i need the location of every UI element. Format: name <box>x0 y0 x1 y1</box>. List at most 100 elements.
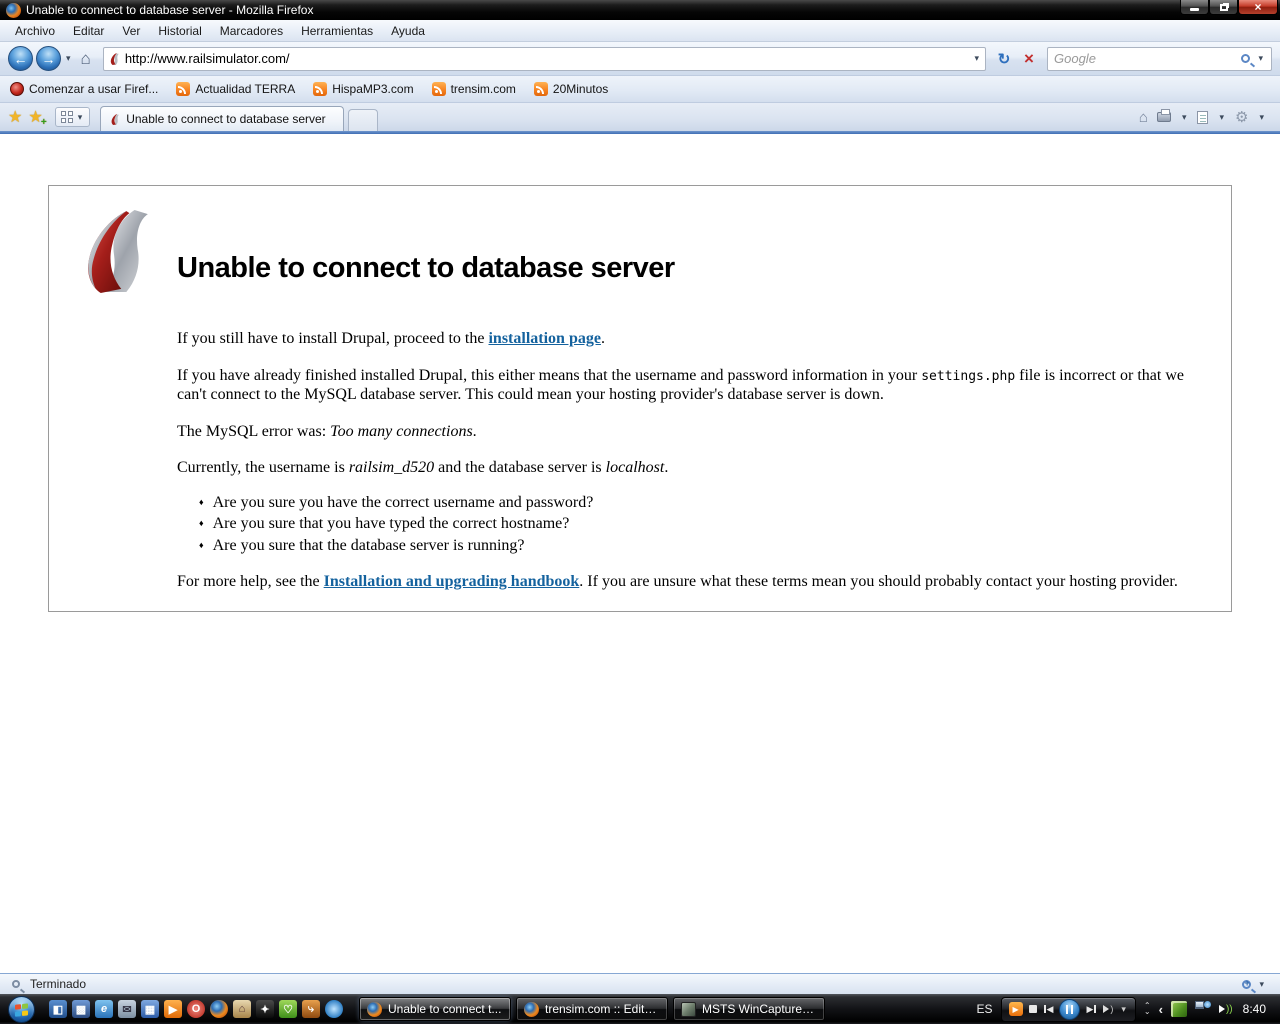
page-options-icon[interactable] <box>1197 111 1208 124</box>
tools-gear-icon[interactable]: ⚙ <box>1235 108 1248 126</box>
opera-icon[interactable]: O <box>187 1000 205 1018</box>
show-desktop-icon[interactable]: ◧ <box>49 1000 67 1018</box>
history-dropdown-icon[interactable]: ▾ <box>64 53 73 64</box>
start-button[interactable] <box>8 996 35 1023</box>
paragraph-more-help: For more help, see the Installation and … <box>177 572 1213 592</box>
internet-explorer-icon[interactable]: e <box>95 1000 113 1018</box>
next-track-button[interactable]: ▶ <box>1086 1004 1097 1015</box>
zoom-dropdown-icon[interactable]: ▾ <box>1257 979 1266 990</box>
volume-dropdown-icon[interactable]: ▾ <box>1119 1004 1128 1015</box>
home-toolbar-icon[interactable]: ⌂ <box>1139 109 1148 126</box>
wmp-icon: ▶ <box>1009 1002 1023 1016</box>
firefox-icon <box>524 1002 539 1017</box>
pause-button[interactable] <box>1059 999 1080 1020</box>
add-bookmark-icon[interactable]: ★+ <box>28 107 42 127</box>
tab-favicon <box>109 113 120 126</box>
windows-media-player-icon[interactable]: ▶ <box>164 1000 182 1018</box>
taskbar-task-firefox-error[interactable]: Unable to connect t... <box>359 997 511 1021</box>
search-engine-dropdown-icon[interactable]: ▾ <box>1256 53 1265 64</box>
grid-icon <box>61 111 73 123</box>
media-library-icon[interactable]: ▦ <box>141 1000 159 1018</box>
tab-active[interactable]: Unable to connect to database server <box>100 106 344 131</box>
search-icon[interactable] <box>1241 54 1250 63</box>
hidden-icons-chevron[interactable]: ‹ <box>1159 1002 1163 1017</box>
paragraph-credentials: Currently, the username is railsim_d520 … <box>177 458 1213 478</box>
rss-feed-icon <box>534 82 548 96</box>
taskbar-task-trensim[interactable]: trensim.com :: Edita... <box>516 997 668 1021</box>
tab-group-dropdown-icon: ▾ <box>76 112 85 123</box>
volume-tray-icon[interactable]: )) <box>1219 1004 1233 1015</box>
task-buttons: Unable to connect t... trensim.com :: Ed… <box>359 997 825 1021</box>
rss-feed-icon <box>313 82 327 96</box>
installation-page-link[interactable]: installation page <box>488 330 600 347</box>
menu-marcadores[interactable]: Marcadores <box>211 21 292 41</box>
messenger-icon[interactable]: ♡ <box>279 1000 297 1018</box>
page-dropdown-icon[interactable]: ▾ <box>1217 112 1226 123</box>
mail-icon[interactable]: ✉ <box>118 1000 136 1018</box>
menu-ayuda[interactable]: Ayuda <box>382 21 434 41</box>
paragraph-install: If you still have to install Drupal, pro… <box>177 329 1213 349</box>
bookmark-trensim[interactable]: trensim.com <box>432 82 516 96</box>
rss-feed-icon <box>176 82 190 96</box>
bookmark-star-icon[interactable]: ★ <box>8 107 22 127</box>
bookmark-getting-started[interactable]: Comenzar a usar Firef... <box>10 82 158 96</box>
firefox-icon <box>367 1002 382 1017</box>
reload-button[interactable]: ↻ <box>993 48 1015 70</box>
tray-app-icon[interactable] <box>1171 1001 1187 1017</box>
menu-herramientas[interactable]: Herramientas <box>292 21 382 41</box>
taskbar-task-wincapture[interactable]: MSTS WinCapture - ... <box>673 997 825 1021</box>
windows-taskbar: ◧ ▩ e ✉ ▦ ▶ O ⌂ ✦ ♡ ⤷ Unable to connect … <box>0 994 1280 1024</box>
dark-app-icon[interactable]: ✦ <box>256 1000 274 1018</box>
language-indicator[interactable]: ES <box>977 1002 993 1016</box>
firefox-icon[interactable] <box>210 1000 228 1018</box>
url-dropdown-icon[interactable]: ▾ <box>972 53 981 64</box>
url-bar[interactable]: http://www.railsimulator.com/ ▾ <box>103 47 986 71</box>
bookmark-actualidad-terra[interactable]: Actualidad TERRA <box>176 82 295 96</box>
tab-bar: ★ ★+ ▾ Unable to connect to database ser… <box>0 103 1280 131</box>
tools-dropdown-icon[interactable]: ▾ <box>1257 112 1266 123</box>
settings-php-code: settings.php <box>921 369 1015 384</box>
quick-launch-bar: ◧ ▩ e ✉ ▦ ▶ O ⌂ ✦ ♡ ⤷ <box>43 1000 349 1018</box>
handbook-link[interactable]: Installation and upgrading handbook <box>324 573 580 590</box>
menu-historial[interactable]: Historial <box>149 21 210 41</box>
tab-stub[interactable] <box>348 109 378 131</box>
globe-browser-icon[interactable] <box>325 1000 343 1018</box>
zoom-in-icon[interactable] <box>1242 980 1251 989</box>
menu-ver[interactable]: Ver <box>113 21 149 41</box>
stop-playback-button[interactable] <box>1029 1005 1037 1013</box>
minimize-button[interactable] <box>1180 0 1209 15</box>
network-icon[interactable] <box>1195 1001 1211 1017</box>
volume-button[interactable]: ) <box>1103 1004 1113 1014</box>
error-heading: Unable to connect to database server <box>177 252 1213 285</box>
print-dropdown-icon[interactable]: ▾ <box>1180 112 1189 123</box>
print-icon[interactable] <box>1157 112 1171 122</box>
bookmark-20minutos[interactable]: 20Minutos <box>534 82 608 96</box>
system-tray: ES ▶ ◀ ▶ ) ▾ ⌃⌄ ‹ )) 8:40 <box>977 997 1276 1022</box>
bookmarks-toolbar: Comenzar a usar Firef... Actualidad TERR… <box>0 76 1280 103</box>
bookmark-hispamp3[interactable]: HispaMP3.com <box>313 82 413 96</box>
url-text[interactable]: http://www.railsimulator.com/ <box>120 51 973 66</box>
forward-button[interactable]: → <box>36 46 61 71</box>
close-button[interactable]: × <box>1238 0 1278 15</box>
deskband-chevrons-icon[interactable]: ⌃⌄ <box>1144 1003 1151 1015</box>
home-info-icon[interactable]: ⌂ <box>233 1000 251 1018</box>
stop-button[interactable]: × <box>1018 48 1040 70</box>
trillian-icon[interactable]: ⤷ <box>302 1000 320 1018</box>
window-title: Unable to connect to database server - M… <box>26 3 313 17</box>
remote-desktop-icon[interactable]: ▩ <box>72 1000 90 1018</box>
back-button[interactable]: ← <box>8 46 33 71</box>
taskbar-clock[interactable]: 8:40 <box>1243 1002 1266 1016</box>
tab-group-button[interactable]: ▾ <box>55 107 91 127</box>
home-icon[interactable]: ⌂ <box>76 49 96 69</box>
maximize-button[interactable] <box>1209 0 1238 15</box>
search-placeholder[interactable]: Google <box>1054 51 1241 66</box>
menu-editar[interactable]: Editar <box>64 21 113 41</box>
menu-archivo[interactable]: Archivo <box>6 21 64 41</box>
checklist-item: Are you sure you have the correct userna… <box>199 493 1213 513</box>
search-bar[interactable]: Google ▾ <box>1047 47 1272 71</box>
db-host: localhost <box>606 459 665 476</box>
checklist-item: Are you sure that you have typed the cor… <box>199 514 1213 534</box>
paragraph-settings: If you have already finished installed D… <box>177 366 1213 405</box>
previous-track-button[interactable]: ◀ <box>1043 1004 1054 1015</box>
checklist-item: Are you sure that the database server is… <box>199 536 1213 556</box>
